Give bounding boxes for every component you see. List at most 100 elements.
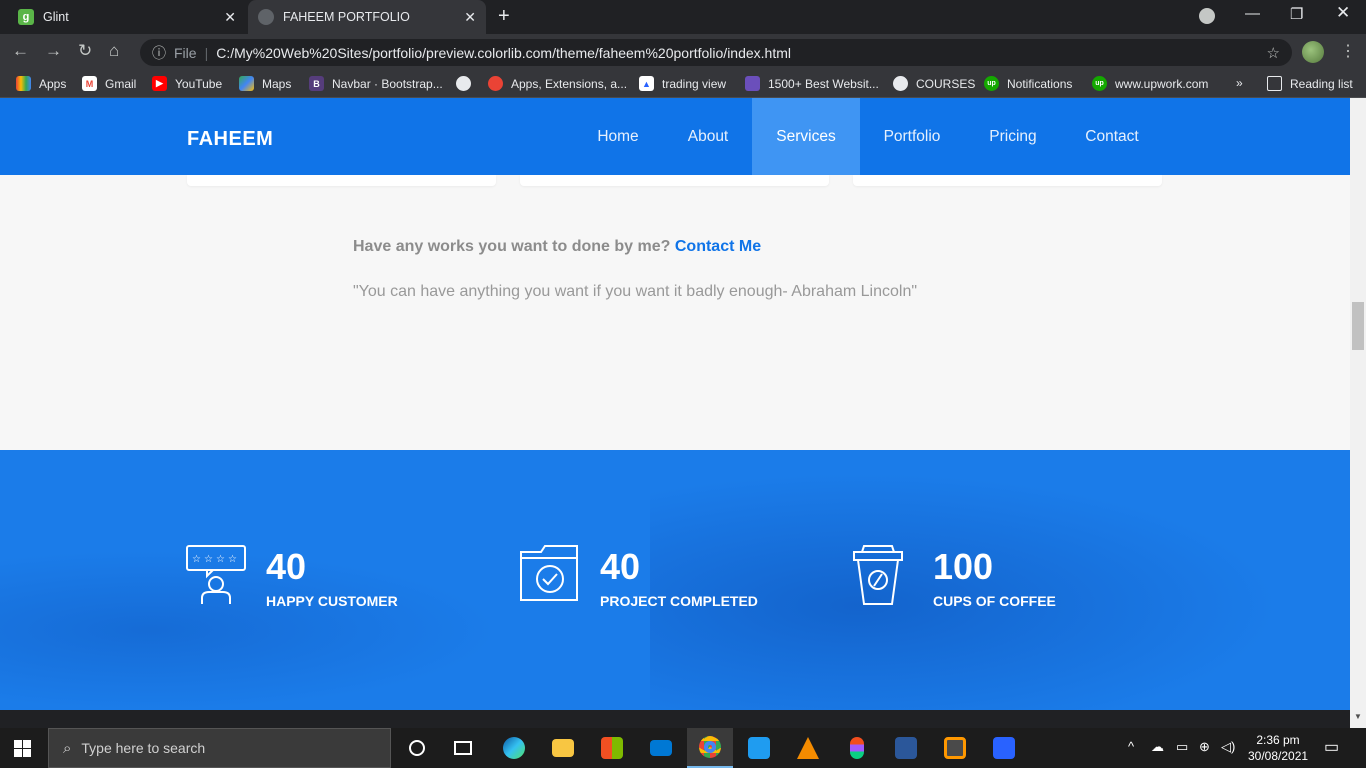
site-navbar: FAHEEM Home About Services Portfolio Pri…: [0, 98, 1350, 175]
address-bar[interactable]: ⓘ File | C:/My%20Web%20Sites/portfolio/p…: [140, 39, 1292, 66]
bookmark-maps[interactable]: Maps: [239, 76, 291, 91]
bookmark-globe[interactable]: [456, 76, 479, 91]
minimize-icon[interactable]: —: [1245, 5, 1260, 22]
windows-taskbar: ⌕ Type here to search ^ ☁ ▭ ⊕ ◁) 2:36 pm…: [0, 728, 1366, 768]
tab-title: Glint: [43, 10, 69, 24]
nav-portfolio[interactable]: Portfolio: [870, 98, 954, 175]
nav-services[interactable]: Services: [752, 98, 860, 175]
new-tab-icon[interactable]: +: [498, 5, 510, 28]
bookmark-upwork[interactable]: up www.upwork.com: [1092, 76, 1208, 91]
show-hidden-icons-icon[interactable]: ^: [1128, 739, 1134, 754]
separator: |: [204, 44, 209, 61]
bookmark-navbar-bootstrap[interactable]: B Navbar · Bootstrap...: [309, 76, 443, 91]
service-card: [853, 175, 1162, 186]
reading-list-icon: [1267, 76, 1282, 91]
bookmark-1500-best-websites[interactable]: 1500+ Best Websit...: [745, 76, 879, 91]
background-photo: [650, 450, 1350, 710]
task-view-icon[interactable]: [440, 728, 486, 768]
close-tab-icon[interactable]: ✕: [224, 9, 236, 26]
taskbar-clock[interactable]: 2:36 pm 30/08/2021: [1248, 732, 1308, 764]
url-text[interactable]: C:/My%20Web%20Sites/portfolio/preview.co…: [216, 45, 791, 61]
home-icon[interactable]: ⌂: [109, 41, 119, 61]
search-placeholder: Type here to search: [81, 740, 206, 756]
tab-title: FAHEEM PORTFOLIO: [283, 10, 410, 24]
windows-start-icon[interactable]: [14, 740, 31, 757]
page-viewport: FAHEEM Home About Services Portfolio Pri…: [0, 98, 1350, 710]
bookmark-apps[interactable]: Apps: [16, 76, 66, 91]
colorlib-icon: [745, 76, 760, 91]
trello-icon[interactable]: [981, 728, 1027, 768]
nav-home[interactable]: Home: [580, 98, 656, 175]
svg-text:☆: ☆: [228, 554, 237, 565]
restore-icon[interactable]: ❐: [1290, 5, 1303, 23]
maps-icon: [239, 76, 254, 91]
glint-favicon-icon: g: [18, 9, 34, 25]
bookmark-apps-extensions[interactable]: Apps, Extensions, a...: [488, 76, 627, 91]
network-icon[interactable]: ⊕: [1199, 739, 1210, 755]
bookmark-label: Notifications: [1007, 76, 1073, 91]
onedrive-icon[interactable]: ☁: [1151, 739, 1164, 755]
forward-icon[interactable]: →: [45, 41, 62, 61]
bookmark-label: trading view: [662, 76, 727, 91]
nav-contact[interactable]: Contact: [1072, 98, 1152, 175]
bookmark-label: 1500+ Best Websit...: [768, 76, 879, 91]
stat-label: HAPPY CUSTOMER: [266, 593, 398, 609]
stat-label: CUPS OF COFFEE: [933, 593, 1056, 609]
extensions-icon: [488, 76, 503, 91]
tab-faheem-portfolio[interactable]: FAHEEM PORTFOLIO ✕: [248, 0, 486, 34]
reload-icon[interactable]: ↻: [78, 41, 92, 61]
tab-search-icon[interactable]: [1199, 8, 1215, 24]
nav-about[interactable]: About: [670, 98, 746, 175]
page-scrollbar[interactable]: ▼: [1350, 98, 1366, 728]
upwork-icon: up: [1092, 76, 1107, 91]
edge-icon[interactable]: [491, 728, 537, 768]
word-icon[interactable]: [883, 728, 929, 768]
globe-icon: [456, 76, 471, 91]
profile-avatar[interactable]: [1302, 41, 1324, 63]
bookmarks-bar: Apps M Gmail ▶ YouTube Maps B Navbar · B…: [0, 70, 1366, 98]
mail-icon[interactable]: [638, 728, 684, 768]
clock-time: 2:36 pm: [1256, 733, 1300, 747]
nav-pricing[interactable]: Pricing: [975, 98, 1051, 175]
figma-icon[interactable]: [834, 728, 880, 768]
bookmark-courses[interactable]: COURSES: [893, 76, 975, 91]
quote-text: "You can have anything you want if you w…: [353, 283, 918, 300]
battery-icon[interactable]: ▭: [1176, 739, 1188, 755]
site-logo[interactable]: FAHEEM: [187, 128, 273, 151]
sublime-text-icon[interactable]: [932, 728, 978, 768]
cta-text: Have any works you want to done by me?: [353, 238, 671, 255]
tradingview-icon: ▲: [639, 76, 654, 91]
bootstrap-icon: B: [309, 76, 324, 91]
close-tab-icon[interactable]: ✕: [464, 9, 476, 26]
vscode-icon[interactable]: [736, 728, 782, 768]
chrome-icon[interactable]: [687, 728, 733, 768]
bookmark-label: COURSES: [916, 76, 976, 91]
vlc-icon[interactable]: [785, 728, 831, 768]
taskbar-search-input[interactable]: ⌕ Type here to search: [48, 728, 391, 768]
bookmark-label: YouTube: [175, 76, 223, 91]
microsoft-store-icon[interactable]: [589, 728, 635, 768]
background-photo: [0, 550, 500, 710]
contact-cta: Have any works you want to done by me? C…: [353, 238, 761, 256]
contact-me-link[interactable]: Contact Me: [675, 238, 761, 255]
cortana-icon[interactable]: [394, 728, 440, 768]
scroll-down-arrow-icon[interactable]: ▼: [1354, 712, 1362, 721]
info-icon[interactable]: ⓘ: [152, 43, 166, 63]
bookmark-youtube[interactable]: ▶ YouTube: [152, 76, 222, 91]
bookmark-gmail[interactable]: M Gmail: [82, 76, 136, 91]
kebab-menu-icon[interactable]: ⋮: [1340, 41, 1356, 61]
file-explorer-icon[interactable]: [540, 728, 586, 768]
close-window-icon[interactable]: ✕: [1336, 3, 1350, 23]
tab-glint[interactable]: g Glint ✕: [8, 0, 246, 34]
gmail-icon: M: [82, 76, 97, 91]
back-icon[interactable]: ←: [12, 41, 29, 61]
stat-label: PROJECT COMPLETED: [600, 593, 758, 609]
scrollbar-thumb[interactable]: [1352, 302, 1364, 350]
bookmarks-overflow[interactable]: »: [1236, 76, 1243, 90]
reading-list[interactable]: Reading list: [1267, 76, 1353, 91]
bookmark-star-icon[interactable]: ☆: [1267, 44, 1280, 62]
volume-icon[interactable]: ◁): [1221, 739, 1235, 755]
bookmark-trading-view[interactable]: ▲ trading view: [639, 76, 726, 91]
bookmark-notifications[interactable]: up Notifications: [984, 76, 1072, 91]
notifications-icon[interactable]: ▭: [1324, 737, 1339, 757]
